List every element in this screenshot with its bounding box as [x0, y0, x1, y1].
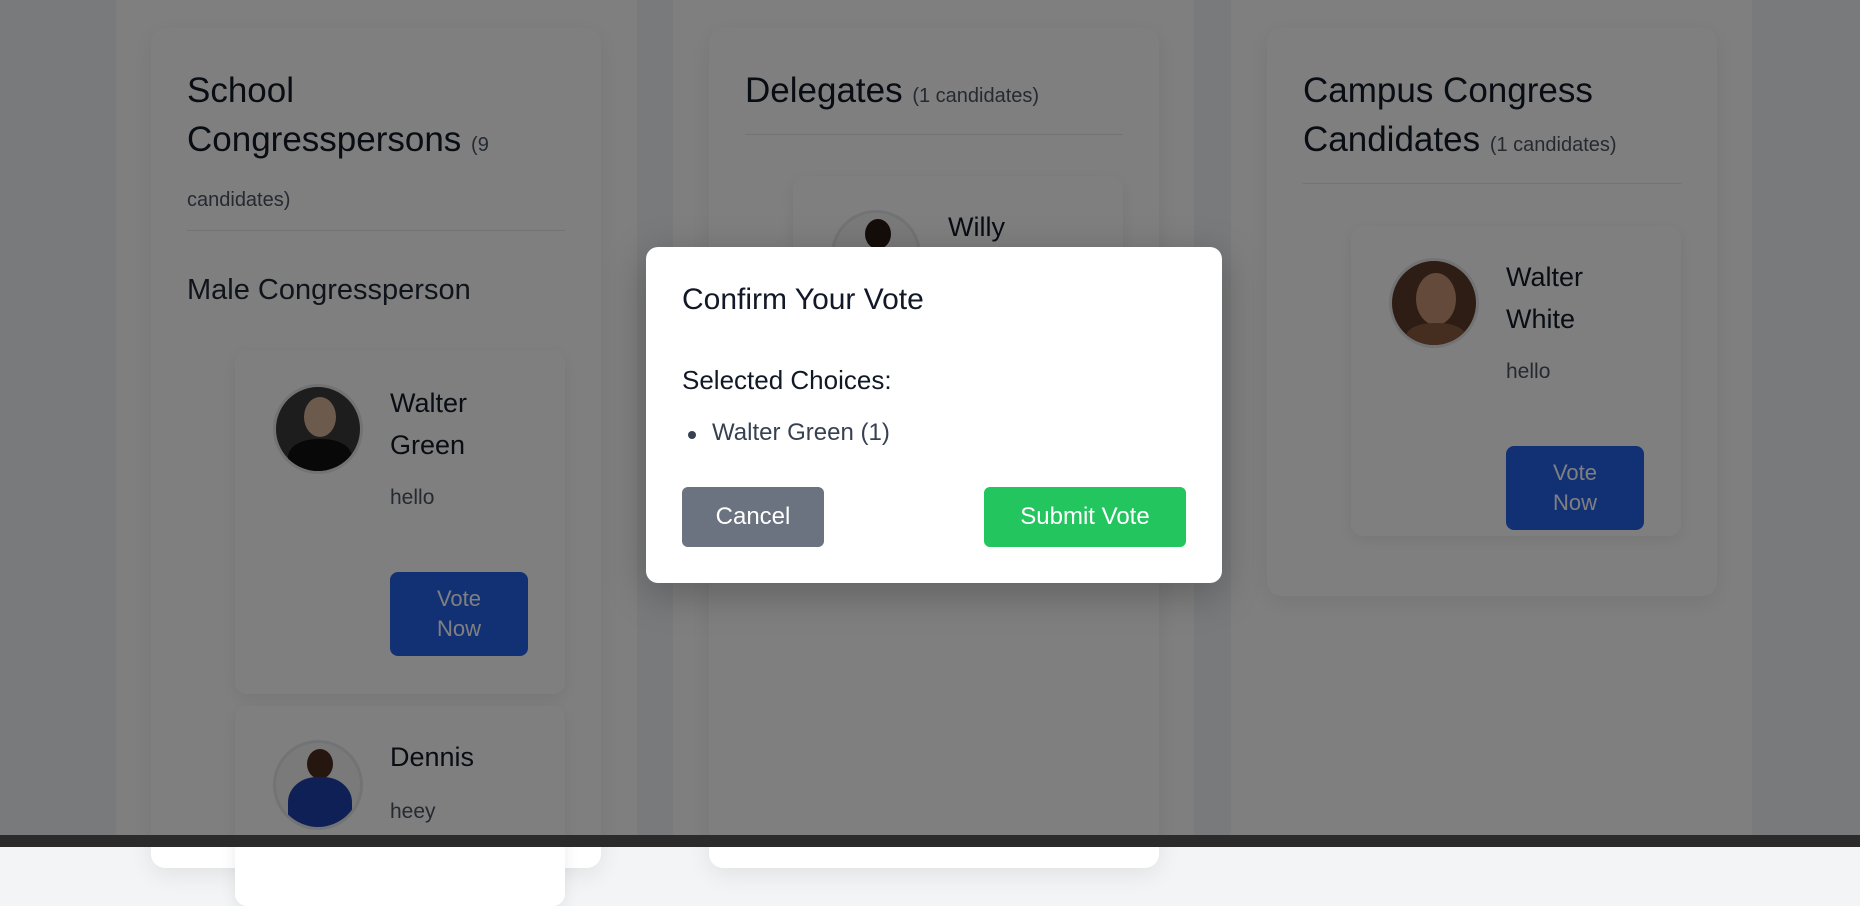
submit-vote-button[interactable]: Submit Vote: [984, 487, 1186, 547]
confirm-vote-dialog: Confirm Your Vote Selected Choices: Walt…: [646, 247, 1222, 583]
dialog-title: Confirm Your Vote: [682, 283, 924, 316]
cancel-button[interactable]: Cancel: [682, 487, 824, 547]
bullet-icon: [688, 431, 696, 439]
selected-choice-item: Walter Green (1): [682, 419, 890, 447]
selected-choices-list: Walter Green (1): [682, 419, 890, 447]
bottom-bar: [0, 835, 1860, 847]
choice-text: Walter Green (1): [712, 419, 890, 446]
selected-choices-heading: Selected Choices:: [682, 365, 892, 395]
